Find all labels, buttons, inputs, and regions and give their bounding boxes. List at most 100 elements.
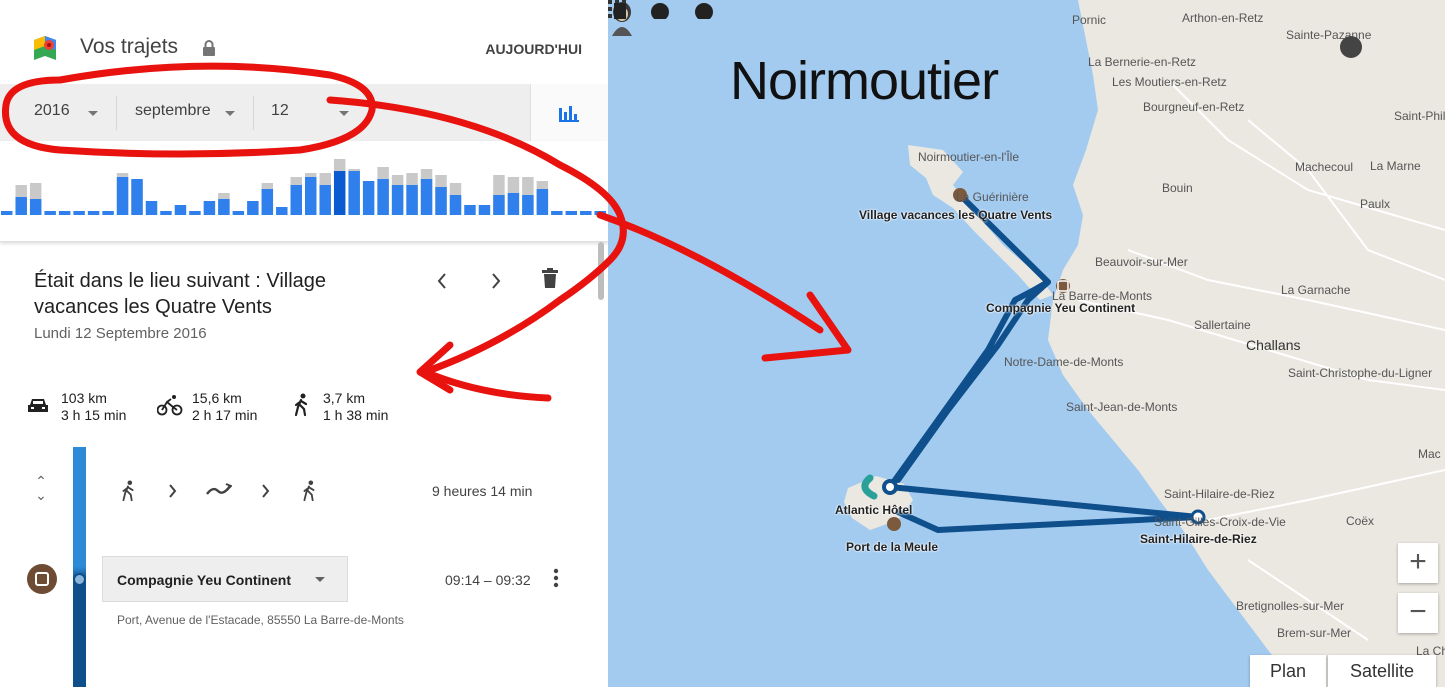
map-label: Notre-Dame-de-Monts <box>1004 355 1124 369</box>
map-type-satellite-button[interactable]: Satellite <box>1328 655 1436 687</box>
chevron-down-icon <box>88 111 98 116</box>
map-heading: Noirmoutier <box>730 51 999 111</box>
chevron-right-icon[interactable] <box>490 272 502 290</box>
zoom-out-button[interactable]: − <box>1398 593 1438 633</box>
map-label: Les Moutiers-en-Retz <box>1112 75 1227 89</box>
histogram-bar[interactable] <box>507 193 520 215</box>
histogram-bar[interactable] <box>44 211 56 215</box>
port-marker-icon[interactable] <box>887 517 901 531</box>
histogram-bar[interactable] <box>29 199 42 215</box>
histogram-bar[interactable] <box>131 179 143 215</box>
map-label: Atlantic Hôtel <box>835 503 913 517</box>
map-label: Port de la Meule <box>846 540 939 554</box>
month-value: septembre <box>135 102 211 119</box>
map-label: Coëx <box>1346 514 1375 528</box>
histogram-bar[interactable] <box>449 195 462 215</box>
year-value: 2016 <box>34 102 70 119</box>
place-date: Lundi 12 Septembre 2016 <box>34 325 207 342</box>
histogram-bar[interactable] <box>594 211 606 215</box>
histogram-bar[interactable] <box>464 205 476 215</box>
scrollbar[interactable] <box>598 242 604 300</box>
histogram-bar[interactable] <box>406 185 418 215</box>
map-label: Brem-sur-Mer <box>1277 626 1351 640</box>
chevron-down-icon <box>339 111 349 116</box>
place-chip[interactable]: Compagnie Yeu Continent <box>102 556 348 602</box>
histogram-bar[interactable] <box>551 211 563 215</box>
timeline-dot <box>73 573 86 586</box>
histogram-bar[interactable] <box>319 185 331 215</box>
today-button[interactable]: AUJOURD'HUI <box>485 41 582 57</box>
histogram-bar[interactable] <box>203 201 216 215</box>
more-vert-icon[interactable] <box>553 568 559 588</box>
day-dropdown[interactable]: 12 <box>271 102 349 120</box>
lock-icon <box>203 40 215 56</box>
map-label: Bourgneuf-en-Retz <box>1143 100 1245 114</box>
histogram-bar[interactable] <box>377 179 389 215</box>
histogram-bar[interactable] <box>435 187 447 215</box>
histogram-bar[interactable] <box>536 189 549 215</box>
chevron-left-icon[interactable] <box>436 272 448 290</box>
map-label: Arthon-en-Retz <box>1182 11 1264 25</box>
map-label: Pornic <box>1072 13 1107 27</box>
map-label: Saint-Phil <box>1394 109 1445 123</box>
histogram-bar[interactable] <box>261 189 274 215</box>
histogram-chart <box>1 159 606 215</box>
histogram-bar[interactable] <box>232 211 245 215</box>
histogram-bar[interactable] <box>362 181 375 215</box>
bike-duration: 2 h 17 min <box>192 407 258 423</box>
map-label: La Guérinière <box>956 190 1029 204</box>
divider <box>116 96 117 130</box>
histogram-bar[interactable] <box>73 211 85 215</box>
walk-stats: 3,7 km 1 h 38 min <box>323 390 388 424</box>
map-view[interactable]: Noirmoutier Pornic Arthon-en-Retz Sainte… <box>608 0 1445 687</box>
map-label: Saint-Gilles-Croix-de-Vie <box>1154 515 1286 529</box>
histogram-bar[interactable] <box>189 211 201 215</box>
map-type-plan-button[interactable]: Plan <box>1250 655 1326 687</box>
map-label: La Garnache <box>1281 283 1351 297</box>
histogram-bar[interactable] <box>116 177 129 215</box>
gear-icon[interactable] <box>695 3 713 19</box>
trash-icon[interactable] <box>542 268 558 288</box>
car-stats: 103 km 3 h 15 min <box>61 390 126 424</box>
help-icon[interactable] <box>651 3 669 19</box>
histogram-bar[interactable] <box>1 211 13 215</box>
stats-button[interactable] <box>530 84 608 141</box>
histogram-bar[interactable] <box>420 179 433 215</box>
histogram-bar[interactable] <box>348 171 360 215</box>
walk-distance: 3,7 km <box>323 390 366 406</box>
histogram-bar[interactable] <box>580 211 592 215</box>
histogram-bar[interactable] <box>145 201 158 215</box>
chevron-right-icon <box>262 484 270 498</box>
histogram-bar[interactable] <box>493 195 505 215</box>
histogram-bar[interactable] <box>218 199 230 215</box>
histogram-bar[interactable] <box>276 207 288 215</box>
year-dropdown[interactable]: 2016 <box>34 102 98 120</box>
map-label: Village vacances les Quatre Vents <box>859 208 1053 222</box>
histogram-bar[interactable] <box>15 197 27 215</box>
stop-marker-icon[interactable] <box>27 564 57 594</box>
boat-icon <box>206 483 232 495</box>
histogram-bar[interactable] <box>58 211 71 215</box>
walk-icon <box>122 480 134 502</box>
car-duration: 3 h 15 min <box>61 407 127 423</box>
histogram-bar[interactable] <box>333 171 346 215</box>
histogram-bar[interactable] <box>391 185 404 215</box>
histogram-bar[interactable] <box>478 205 491 215</box>
stop-time: 09:14 – 09:32 <box>445 572 531 588</box>
trash-icon[interactable] <box>614 3 626 19</box>
histogram-bar[interactable] <box>160 211 172 215</box>
histogram-bar[interactable] <box>174 205 187 215</box>
histogram-bar[interactable] <box>87 211 100 215</box>
histogram-bar[interactable] <box>290 185 302 215</box>
expand-collapse-icon[interactable]: ⌃ ⌄ <box>34 474 48 502</box>
histogram-bar[interactable] <box>102 211 114 215</box>
month-dropdown[interactable]: septembre <box>135 102 235 120</box>
histogram-bar[interactable] <box>522 195 534 215</box>
histogram-bar[interactable] <box>305 177 317 215</box>
histogram-bar[interactable] <box>565 211 578 215</box>
histogram-bar[interactable] <box>247 201 259 215</box>
notifications-icon[interactable] <box>1340 36 1362 58</box>
activity-histogram[interactable] <box>0 141 608 242</box>
zoom-in-button[interactable]: + <box>1398 543 1438 583</box>
day-value: 12 <box>271 102 289 119</box>
